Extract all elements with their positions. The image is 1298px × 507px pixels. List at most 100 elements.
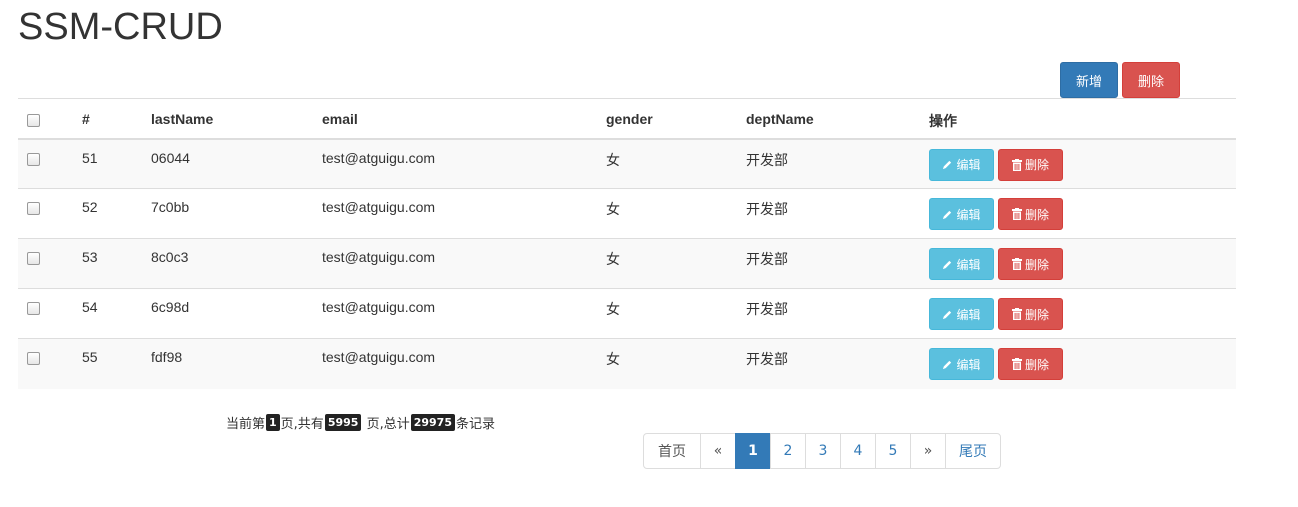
cell-gender: 女 <box>606 201 620 217</box>
row-select-cell[interactable] <box>18 289 82 339</box>
total-records-badge: 29975 <box>410 414 455 431</box>
page-info-prefix: 当前第 <box>226 417 266 432</box>
table-header-row: # lastName email gender deptName 操作 <box>18 98 1236 139</box>
row-select-cell[interactable] <box>18 139 82 189</box>
trash-icon <box>1011 308 1022 320</box>
cell-gender: 女 <box>606 251 620 267</box>
cell-id: 54 <box>82 299 98 315</box>
header-email: email <box>322 111 358 127</box>
last-page-link[interactable]: 尾页 <box>945 433 1001 469</box>
pencil-icon <box>943 210 952 219</box>
header-select-all[interactable] <box>18 99 82 139</box>
row-select-cell[interactable] <box>18 239 82 289</box>
delete-label: 删除 <box>1024 257 1049 272</box>
total-pages-badge: 5995 <box>324 414 362 431</box>
delete-button[interactable]: 删除 <box>998 148 1063 181</box>
prev-page-link[interactable]: « <box>700 433 736 469</box>
delete-label: 删除 <box>1024 158 1049 172</box>
edit-button[interactable]: 编辑 <box>929 148 994 181</box>
header-gender: gender <box>606 111 653 127</box>
edit-label: 编辑 <box>956 207 981 222</box>
row-checkbox[interactable] <box>27 302 40 315</box>
row-select-cell[interactable] <box>18 189 82 239</box>
header-operations: 操作 <box>929 113 957 129</box>
cell-id: 53 <box>82 249 98 265</box>
cell-gender: 女 <box>606 351 620 367</box>
row-checkbox[interactable] <box>27 352 40 365</box>
select-all-checkbox[interactable] <box>27 114 40 127</box>
cell-last-name: 8c0c3 <box>151 249 189 265</box>
cell-gender: 女 <box>606 301 620 317</box>
page-info-mid1: 页,共有 <box>280 417 324 432</box>
row-checkbox[interactable] <box>27 252 40 265</box>
row-checkbox[interactable] <box>27 202 40 215</box>
pencil-icon <box>943 310 952 319</box>
cell-email: test@atguigu.com <box>322 149 436 166</box>
cell-operations: 编辑 删除 <box>929 339 1236 389</box>
header-id: # <box>82 111 90 127</box>
pencil-icon <box>943 360 952 369</box>
delete-button[interactable]: 删除 <box>998 348 1063 380</box>
add-button[interactable]: 新增 <box>1060 62 1118 98</box>
cell-operations: 编辑 删除 <box>929 139 1236 189</box>
cell-dept-name: 开发部 <box>746 151 788 168</box>
table-row: 52 7c0bb test@atguigu.com 女 开发部 编辑 删除 <box>18 188 1236 239</box>
table-row: 51 06044 test@atguigu.com 女 开发部 编辑 删除 <box>18 138 1236 189</box>
delete-label: 删除 <box>1024 207 1049 222</box>
cell-email: test@atguigu.com <box>322 349 436 365</box>
cell-id: 52 <box>82 199 98 215</box>
delete-label: 删除 <box>1024 307 1049 322</box>
header-dept-name: deptName <box>746 111 814 127</box>
cell-id: 55 <box>82 349 98 365</box>
cell-operations: 编辑 删除 <box>929 239 1236 289</box>
delete-button[interactable]: 删除 <box>998 298 1063 330</box>
first-page-link[interactable]: 首页 <box>643 433 701 469</box>
table-row: 54 6c98d test@atguigu.com 女 开发部 编辑 删除 <box>18 288 1236 339</box>
delete-label: 删除 <box>1024 357 1049 372</box>
page-link-4[interactable]: 4 <box>840 433 876 469</box>
row-checkbox[interactable] <box>27 152 40 166</box>
table-row: 55 fdf98 test@atguigu.com 女 开发部 编辑 删除 <box>18 338 1236 389</box>
page-link-2[interactable]: 2 <box>770 433 806 469</box>
cell-email: test@atguigu.com <box>322 299 436 315</box>
page-link-1[interactable]: 1 <box>735 433 771 469</box>
trash-icon <box>1011 358 1022 370</box>
table-row: 53 8c0c3 test@atguigu.com 女 开发部 编辑 删除 <box>18 238 1236 289</box>
cell-id: 51 <box>82 149 98 166</box>
cell-dept-name: 开发部 <box>746 251 788 267</box>
edit-label: 编辑 <box>956 257 981 272</box>
edit-button[interactable]: 编辑 <box>929 248 994 280</box>
delete-selected-button[interactable]: 删除 <box>1122 62 1180 98</box>
delete-button[interactable]: 删除 <box>998 248 1063 280</box>
cell-email: test@atguigu.com <box>322 249 436 265</box>
cell-email: test@atguigu.com <box>322 199 436 215</box>
page-info-suffix: 条记录 <box>455 417 495 432</box>
cell-dept-name: 开发部 <box>746 351 788 367</box>
current-page-badge: 1 <box>266 414 280 431</box>
edit-button[interactable]: 编辑 <box>929 198 994 230</box>
edit-label: 编辑 <box>956 158 981 172</box>
row-select-cell[interactable] <box>18 339 82 389</box>
pencil-icon <box>943 160 952 170</box>
trash-icon <box>1011 208 1022 220</box>
delete-button[interactable]: 删除 <box>998 198 1063 230</box>
cell-gender: 女 <box>606 151 620 168</box>
edit-button[interactable]: 编辑 <box>929 298 994 330</box>
employee-table: # lastName email gender deptName 操作 51 06… <box>18 98 1236 389</box>
header-last-name: lastName <box>151 111 214 127</box>
page-link-5[interactable]: 5 <box>875 433 911 469</box>
page-info-mid2: 页,总计 <box>362 417 410 432</box>
cell-last-name: 6c98d <box>151 299 190 315</box>
trash-icon <box>1011 258 1022 270</box>
cell-last-name: 06044 <box>151 149 190 166</box>
page-info: 当前第 1 页,共有 5995 页,总计 29975 条记录 <box>226 413 495 432</box>
edit-button[interactable]: 编辑 <box>929 348 994 380</box>
edit-label: 编辑 <box>956 307 981 322</box>
cell-operations: 编辑 删除 <box>929 289 1236 339</box>
cell-last-name: 7c0bb <box>151 199 190 215</box>
cell-dept-name: 开发部 <box>746 201 788 217</box>
trash-icon <box>1011 158 1022 171</box>
pencil-icon <box>943 260 952 269</box>
page-link-3[interactable]: 3 <box>805 433 841 469</box>
next-page-link[interactable]: » <box>910 433 946 469</box>
